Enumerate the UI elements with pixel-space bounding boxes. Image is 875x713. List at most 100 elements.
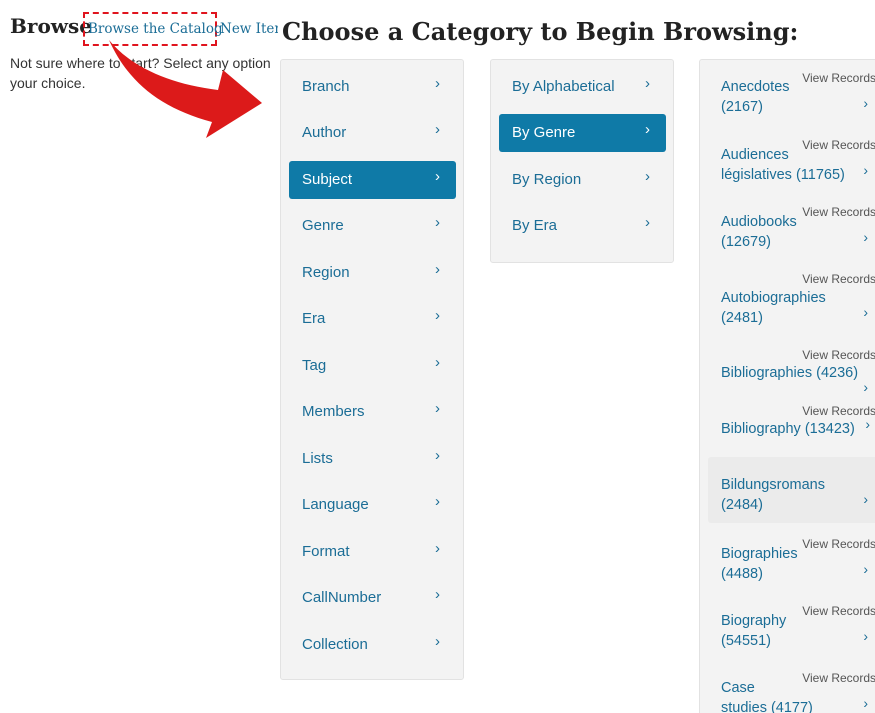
category-item-language[interactable]: Language › xyxy=(289,486,456,524)
chevron-right-icon: › xyxy=(435,307,440,324)
record-name-line2: studies (4177) xyxy=(721,700,813,713)
chevron-right-icon: › xyxy=(863,561,868,577)
view-records-link[interactable]: View Records xyxy=(802,71,875,85)
record-item-anecdotes[interactable]: View Records Anecdotes (2167) › xyxy=(708,68,875,128)
view-records-link[interactable]: View Records xyxy=(802,205,875,219)
subcategory-item-era[interactable]: By Era › xyxy=(499,207,666,245)
category-label: Subject xyxy=(302,171,353,188)
chevron-right-icon: › xyxy=(435,586,440,603)
chevron-right-icon: › xyxy=(435,261,440,278)
category-label: Branch xyxy=(302,78,350,95)
record-name-line1: Case xyxy=(721,680,755,696)
category-item-genre[interactable]: Genre › xyxy=(289,207,456,245)
category-label: Lists xyxy=(302,450,333,467)
category-item-members[interactable]: Members › xyxy=(289,393,456,431)
subcategory-item-region[interactable]: By Region › xyxy=(499,161,666,199)
record-item-biographies[interactable]: View Records Biographies (4488) › xyxy=(708,535,875,595)
record-name-line1: Anecdotes xyxy=(721,79,790,95)
records-panel: View Records Anecdotes (2167) › View Rec… xyxy=(699,59,875,713)
chevron-right-icon: › xyxy=(863,229,868,245)
category-label: Region xyxy=(302,264,350,281)
category-label: Format xyxy=(302,543,350,560)
chevron-right-icon: › xyxy=(863,304,868,320)
subcategory-item-genre[interactable]: By Genre › xyxy=(499,114,666,152)
view-records-link[interactable]: View Records xyxy=(802,348,875,362)
category-label: Tag xyxy=(302,357,327,374)
record-item-audiences-legislatives[interactable]: View Records Audiences législatives (117… xyxy=(708,136,875,196)
view-records-link[interactable]: View Records xyxy=(802,138,875,152)
category-item-branch[interactable]: Branch › xyxy=(289,68,456,106)
record-item-biography[interactable]: View Records Biography (54551) › xyxy=(708,602,875,662)
chevron-right-icon: › xyxy=(435,447,440,464)
record-name-line1: Audiobooks xyxy=(721,214,797,230)
category-item-region[interactable]: Region › xyxy=(289,254,456,292)
chevron-right-icon: › xyxy=(435,633,440,650)
chevron-right-icon: › xyxy=(645,121,650,138)
page-title: Choose a Category to Begin Browsing: xyxy=(282,17,799,46)
browse-catalog-link[interactable]: Browse the Catalog xyxy=(88,21,223,37)
record-name-line2: (2481) xyxy=(721,310,763,326)
view-records-link[interactable]: View Records xyxy=(802,671,875,685)
category-item-lists[interactable]: Lists › xyxy=(289,440,456,478)
record-item-bildungsromans[interactable]: Bildungsromans (2484) › xyxy=(708,457,875,523)
record-name-line2: (4488) xyxy=(721,566,763,582)
record-name-line2: (2484) xyxy=(721,497,763,513)
record-item-autobiographies[interactable]: View Records Autobiographies (2481) › xyxy=(708,270,875,335)
record-item-audiobooks[interactable]: View Records Audiobooks (12679) › xyxy=(708,203,875,263)
category-label: Members xyxy=(302,403,365,420)
view-records-link[interactable]: View Records xyxy=(802,272,875,286)
category-item-era[interactable]: Era › xyxy=(289,300,456,338)
view-records-link[interactable]: View Records xyxy=(802,404,875,418)
record-name-line1: Bildungsromans xyxy=(721,477,825,493)
chevron-right-icon: › xyxy=(645,75,650,92)
chevron-right-icon: › xyxy=(435,493,440,510)
chevron-right-icon: › xyxy=(435,354,440,371)
intro-line-2: your choice. xyxy=(10,75,86,91)
view-records-link[interactable]: View Records xyxy=(802,604,875,618)
chevron-right-icon: › xyxy=(863,491,868,507)
chevron-right-icon: › xyxy=(863,95,868,111)
record-item-bibliographies[interactable]: View Records Bibliographies (4236) › xyxy=(708,346,875,398)
category-item-collection[interactable]: Collection › xyxy=(289,626,456,664)
chevron-right-icon: › xyxy=(645,214,650,231)
record-name-line1: Biography xyxy=(721,613,787,629)
record-name-line1: Audiences xyxy=(721,147,789,163)
intro-line-1: Not sure where to start? Select any opti… xyxy=(10,55,271,71)
record-name-line2: législatives (11765) xyxy=(721,167,845,183)
chevron-right-icon: › xyxy=(863,162,868,178)
record-item-bibliography[interactable]: View Records Bibliography (13423) › xyxy=(708,403,875,453)
chevron-right-icon: › xyxy=(435,168,440,185)
browse-title: Browse xyxy=(10,14,92,38)
chevron-right-icon: › xyxy=(435,540,440,557)
chevron-right-icon: › xyxy=(863,379,868,395)
category-label: Collection xyxy=(302,636,368,653)
record-name-line1: Bibliographies (4236) xyxy=(721,365,859,381)
new-items-link[interactable]: New Items xyxy=(220,21,278,37)
category-item-format[interactable]: Format › xyxy=(289,533,456,571)
subcategory-label: By Genre xyxy=(512,124,576,141)
category-item-subject[interactable]: Subject › xyxy=(289,161,456,199)
record-name-line1: Autobiographies xyxy=(721,290,826,306)
chevron-right-icon: › xyxy=(645,168,650,185)
record-item-case-studies[interactable]: View Records Case studies (4177) › xyxy=(708,669,875,713)
category-label: Genre xyxy=(302,217,344,234)
chevron-right-icon: › xyxy=(435,75,440,92)
intro-text: Not sure where to start? Select any opti… xyxy=(10,53,278,93)
category-label: Era xyxy=(302,310,326,327)
category-item-tag[interactable]: Tag › xyxy=(289,347,456,385)
category-label: Language xyxy=(302,496,369,513)
category-item-callnumber[interactable]: CallNumber › xyxy=(289,579,456,617)
record-name-line2: (2167) xyxy=(721,99,763,115)
subcategory-item-alphabetical[interactable]: By Alphabetical › xyxy=(499,68,666,106)
chevron-right-icon: › xyxy=(435,214,440,231)
view-records-link[interactable]: View Records xyxy=(802,537,875,551)
chevron-right-icon: › xyxy=(863,628,868,644)
record-name-line2: (12679) xyxy=(721,234,771,250)
category-item-author[interactable]: Author › xyxy=(289,114,456,152)
record-name-line1: Biographies xyxy=(721,546,798,562)
subcategory-label: By Region xyxy=(512,171,582,188)
chevron-right-icon: › xyxy=(865,416,870,432)
subcategory-panel: By Alphabetical › By Genre › By Region › By… xyxy=(490,59,674,263)
category-panel: Branch › Author › Subject › Genre › Region › … xyxy=(280,59,464,680)
chevron-right-icon: › xyxy=(435,400,440,417)
